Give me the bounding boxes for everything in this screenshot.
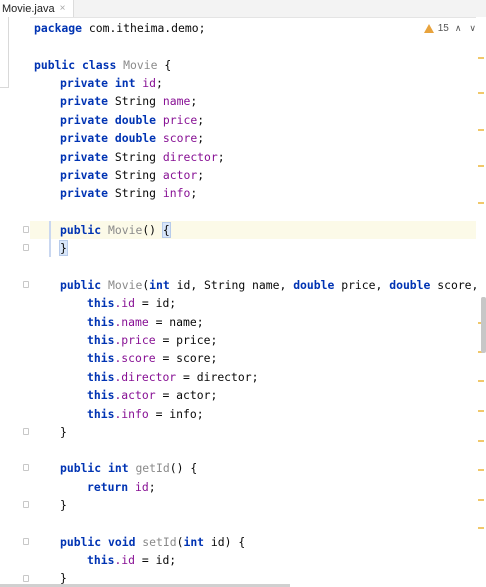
warning-stripe-mark[interactable] <box>478 202 484 204</box>
inspections-widget[interactable]: 15 ∧ ∨ <box>423 21 478 35</box>
fold-icon[interactable] <box>23 281 29 288</box>
code-line-assign: this.score = score; <box>87 351 218 365</box>
code-line-setid-assign: this.id = id; <box>87 553 177 567</box>
fold-icon[interactable] <box>23 244 29 251</box>
warning-stripe-mark[interactable] <box>478 92 484 94</box>
code-line-assign: this.price = price; <box>87 333 218 347</box>
code-line-getid-close: } <box>60 498 67 512</box>
code-line-assign: this.info = info; <box>87 407 204 421</box>
code-line-field: private String actor; <box>60 168 205 182</box>
code-line-assign: this.actor = actor; <box>87 388 218 402</box>
warning-stripe-mark[interactable] <box>478 499 484 501</box>
code-line-field: private String info; <box>60 186 198 200</box>
code-line-field: private String director; <box>60 150 225 164</box>
gutter-change-marker <box>49 221 51 257</box>
fold-icon[interactable] <box>23 464 29 471</box>
warning-count: 15 <box>437 22 449 34</box>
warning-stripe-mark[interactable] <box>478 129 484 131</box>
chevron-up-icon[interactable]: ∧ <box>453 23 464 34</box>
code-line-field: private int id; <box>60 76 163 90</box>
vertical-scrollbar[interactable] <box>476 17 486 587</box>
code-line-assign: this.id = id; <box>87 296 177 310</box>
scrollbar-thumb[interactable] <box>481 297 486 353</box>
warning-stripe-mark[interactable] <box>478 57 484 59</box>
fold-icon[interactable] <box>23 538 29 545</box>
code-line-assign: this.name = name; <box>87 315 204 329</box>
code-line-setid: public void setId(int id) { <box>60 535 246 549</box>
fold-icon[interactable] <box>23 575 29 582</box>
code-line-field: private double price; <box>60 113 205 127</box>
code-line-field: private double score; <box>60 131 205 145</box>
code-editor[interactable]: package com.itheima.demo; public class M… <box>30 17 476 587</box>
fold-icon[interactable] <box>23 501 29 508</box>
tool-window-strip[interactable] <box>0 17 9 88</box>
code-line-assign: this.director = director; <box>87 370 259 384</box>
tab-label: Movie.java <box>2 2 55 15</box>
warning-stripe-mark[interactable] <box>478 165 484 167</box>
warning-stripe-mark[interactable] <box>478 440 484 442</box>
editor-tab-bar: Movie.java × <box>0 0 486 18</box>
code-line-package: package com.itheima.demo; <box>34 21 206 35</box>
fold-icon[interactable] <box>23 226 29 233</box>
code-line-field: private String name; <box>60 94 198 108</box>
code-line-full-ctor-close: } <box>60 425 67 439</box>
close-icon[interactable]: × <box>60 3 66 14</box>
code-line-return: return id; <box>87 480 156 494</box>
code-line-full-ctor: public Movie(int id, String name, double… <box>60 278 476 292</box>
warning-stripe-mark[interactable] <box>478 380 484 382</box>
warning-stripe-mark[interactable] <box>478 527 484 529</box>
tab-movie-java[interactable]: Movie.java × <box>0 0 74 17</box>
code-line-default-ctor: public Movie() { <box>60 222 171 238</box>
fold-icon[interactable] <box>23 428 29 435</box>
code-line-getid: public int getId() { <box>60 461 198 475</box>
warning-stripe-mark[interactable] <box>478 469 484 471</box>
code-line-class-decl: public class Movie { <box>34 58 172 72</box>
warning-triangle-icon <box>423 23 434 33</box>
code-line-default-ctor-close: } <box>59 240 68 256</box>
warning-stripe-mark[interactable] <box>478 410 484 412</box>
